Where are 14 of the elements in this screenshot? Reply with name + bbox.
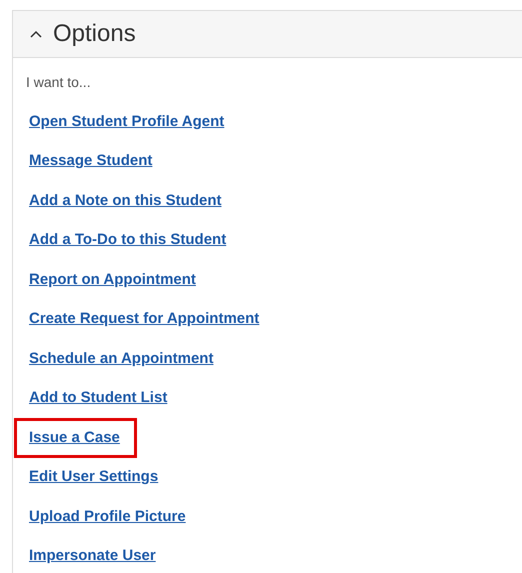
option-link[interactable]: Upload Profile Picture: [29, 506, 186, 528]
option-link[interactable]: Edit User Settings: [29, 466, 158, 488]
option-link[interactable]: Issue a Case: [29, 426, 120, 449]
option-link[interactable]: Add to Student List: [29, 387, 168, 410]
intro-text: I want to...: [26, 73, 91, 92]
option-link[interactable]: Message Student: [29, 150, 152, 172]
option-link[interactable]: Impersonate User: [29, 545, 156, 568]
option-link[interactable]: Open Student Profile Agent: [29, 110, 224, 133]
option-link[interactable]: Report on Appointment: [29, 268, 196, 291]
option-link[interactable]: Schedule an Appointment: [29, 348, 214, 370]
options-header[interactable]: Options: [13, 11, 522, 58]
option-link[interactable]: Add a To-Do to this Student: [29, 229, 226, 252]
option-link[interactable]: Add a Note on this Student: [29, 190, 222, 212]
option-link[interactable]: Create Request for Appointment: [29, 308, 260, 330]
